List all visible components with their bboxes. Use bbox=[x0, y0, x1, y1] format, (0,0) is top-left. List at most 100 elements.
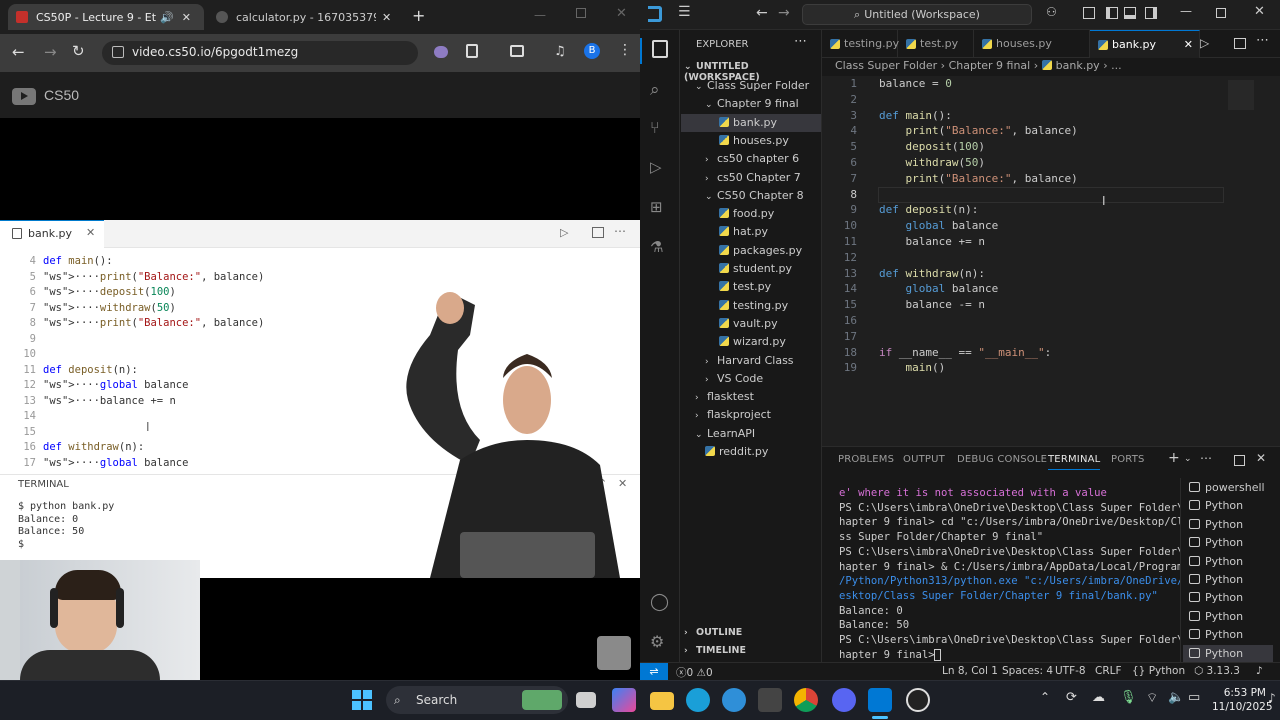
minimap[interactable] bbox=[1228, 80, 1254, 110]
tree-folder-item[interactable]: › cs50 Chapter 7 bbox=[681, 169, 821, 187]
terminal-session-item[interactable]: Python bbox=[1189, 626, 1243, 644]
extensions-icon[interactable]: ⊞ bbox=[650, 198, 670, 218]
command-center-search[interactable]: ⌕ Untitled (Workspace) bbox=[802, 4, 1032, 25]
back-arrow-icon[interactable]: ← bbox=[756, 5, 768, 21]
terminal-session-item[interactable]: Python bbox=[1189, 608, 1243, 626]
vscode-taskbar-icon[interactable] bbox=[868, 688, 892, 712]
address-bar[interactable]: video.cs50.io/6pgodt1mezg bbox=[102, 41, 418, 65]
more-actions-icon[interactable]: ⋯ bbox=[1200, 451, 1212, 465]
browser-tab-calculator[interactable]: calculator.py - 167035379 [Code ✕ bbox=[208, 4, 404, 30]
browser-tab-cs50p[interactable]: CS50P - Lecture 9 - Et Cetera 🔊 ✕ bbox=[8, 4, 204, 30]
site-settings-icon[interactable] bbox=[112, 46, 124, 58]
terminal-session-item[interactable]: Python bbox=[1189, 497, 1243, 515]
onedrive-cloud-icon[interactable]: ☁ bbox=[1092, 690, 1105, 705]
more-actions-icon[interactable]: ⋯ bbox=[1256, 33, 1269, 48]
new-tab-icon[interactable]: + bbox=[412, 6, 425, 25]
tree-folder-item[interactable]: ⌄ Chapter 9 final bbox=[681, 95, 821, 113]
terminal-session-item[interactable]: Python bbox=[1189, 553, 1243, 571]
search-icon[interactable]: ⌕ bbox=[650, 80, 670, 100]
tree-file-item[interactable]: wizard.py bbox=[681, 333, 821, 351]
explorer-files-icon[interactable] bbox=[652, 40, 668, 58]
line-ending[interactable]: CRLF bbox=[1095, 665, 1122, 677]
notification-bell-icon[interactable]: ♪ bbox=[1268, 691, 1276, 705]
copilot-icon[interactable]: ⚇ bbox=[1046, 5, 1057, 19]
maximize-icon[interactable] bbox=[1216, 8, 1226, 18]
indentation[interactable]: Spaces: 4 bbox=[1002, 665, 1053, 677]
tree-file-item[interactable]: food.py bbox=[681, 205, 821, 223]
run-debug-icon[interactable]: ▷ bbox=[650, 158, 670, 178]
tree-folder-item[interactable]: › VS Code bbox=[681, 370, 821, 388]
battery-icon[interactable]: ▭ bbox=[1188, 690, 1200, 705]
python-version[interactable]: ⬡ 3.13.3 bbox=[1194, 665, 1240, 677]
panel-tab[interactable]: PROBLEMS bbox=[838, 454, 894, 465]
extension-icon[interactable] bbox=[434, 46, 448, 58]
remote-indicator-icon[interactable]: ⇌ bbox=[640, 663, 668, 681]
minimize-icon[interactable]: — bbox=[534, 8, 546, 22]
tree-file-item[interactable]: hat.py bbox=[681, 223, 821, 241]
discord-icon[interactable] bbox=[832, 688, 856, 712]
windows-start-icon[interactable] bbox=[352, 690, 372, 710]
panel-tab[interactable]: PORTS bbox=[1111, 454, 1145, 465]
copilot-app-icon[interactable] bbox=[612, 688, 636, 712]
encoding[interactable]: UTF-8 bbox=[1055, 665, 1086, 677]
close-tab-icon[interactable]: ✕ bbox=[182, 11, 191, 24]
account-icon[interactable]: ◯ bbox=[650, 592, 670, 612]
manage-gear-icon[interactable]: ⚙ bbox=[650, 632, 670, 652]
breadcrumb-item[interactable]: ... bbox=[1111, 59, 1122, 72]
close-icon[interactable]: ✕ bbox=[1184, 31, 1193, 59]
tree-file-item[interactable]: packages.py bbox=[681, 242, 821, 260]
split-editor-icon[interactable] bbox=[1234, 38, 1246, 49]
breadcrumb-item[interactable]: bank.py bbox=[1056, 59, 1100, 72]
toggle-panel-icon[interactable] bbox=[1124, 7, 1136, 19]
reload-icon[interactable]: ↻ bbox=[72, 42, 85, 60]
panel-tab[interactable]: OUTPUT bbox=[903, 454, 945, 465]
close-panel-icon[interactable]: ✕ bbox=[1256, 451, 1266, 465]
source-control-icon[interactable]: ⑂ bbox=[650, 118, 670, 138]
tree-file-item[interactable]: student.py bbox=[681, 260, 821, 278]
tree-file-item[interactable]: test.py bbox=[681, 278, 821, 296]
panel-tab[interactable]: DEBUG CONSOLE bbox=[957, 454, 1047, 465]
edge-dev-icon[interactable] bbox=[722, 688, 746, 712]
profile-avatar[interactable]: B bbox=[584, 43, 600, 59]
forward-arrow-icon[interactable]: → bbox=[778, 5, 790, 21]
puzzle-extensions-icon[interactable] bbox=[466, 44, 478, 58]
cursor-position[interactable]: Ln 8, Col 1 bbox=[942, 665, 998, 677]
close-window-icon[interactable]: ✕ bbox=[1254, 4, 1265, 19]
volume-icon[interactable]: 🔈 bbox=[1168, 690, 1184, 705]
tree-file-item[interactable]: reddit.py bbox=[681, 443, 821, 461]
terminal-session-item[interactable]: Python bbox=[1183, 644, 1273, 663]
run-python-icon[interactable]: ▷ bbox=[1200, 36, 1209, 50]
testing-flask-icon[interactable]: ⚗ bbox=[650, 238, 670, 258]
terminal-session-item[interactable]: Python bbox=[1189, 589, 1243, 607]
tree-file-item[interactable]: houses.py bbox=[681, 132, 821, 150]
language-mode[interactable]: {} Python bbox=[1132, 665, 1185, 677]
editor-tab[interactable]: bank.py ✕ bbox=[1090, 30, 1200, 58]
chevron-down-icon[interactable]: ⌄ bbox=[1184, 454, 1192, 464]
terminal-session-item[interactable]: Python bbox=[1189, 571, 1243, 589]
tree-folder-item[interactable]: › flasktest bbox=[681, 388, 821, 406]
tree-folder-item[interactable]: › cs50 chapter 6 bbox=[681, 150, 821, 168]
timeline-section[interactable]: › TIMELINE bbox=[684, 645, 746, 656]
audio-icon[interactable]: 🔊 bbox=[160, 11, 174, 24]
maximize-panel-icon[interactable] bbox=[1234, 455, 1245, 466]
cast-icon[interactable] bbox=[510, 45, 524, 57]
forward-arrow-icon[interactable]: → bbox=[44, 43, 57, 61]
clock[interactable]: 6:53 PM 11/10/2025 bbox=[1212, 686, 1273, 714]
terminal-session-item[interactable]: powershell bbox=[1189, 479, 1265, 497]
tree-folder-item[interactable]: ⌄ LearnAPI bbox=[681, 425, 821, 443]
maximize-icon[interactable] bbox=[576, 8, 586, 18]
notifications-bell-icon[interactable]: ♪ bbox=[1256, 665, 1263, 677]
minimize-icon[interactable]: — bbox=[1180, 4, 1192, 18]
more-actions-icon[interactable]: ⋯ bbox=[794, 34, 807, 49]
layout-icon[interactable] bbox=[1083, 7, 1095, 19]
tree-file-item[interactable]: bank.py bbox=[681, 113, 821, 132]
editor-tab[interactable]: test.py bbox=[898, 30, 974, 58]
breadcrumb-item[interactable]: Class Super Folder bbox=[835, 59, 937, 72]
wifi-icon[interactable]: ⌔ bbox=[1146, 690, 1158, 706]
close-tab-icon[interactable]: ✕ bbox=[382, 11, 391, 24]
toggle-secondary-sidebar-icon[interactable] bbox=[1145, 7, 1157, 19]
toggle-sidebar-icon[interactable] bbox=[1106, 7, 1118, 19]
sync-icon[interactable]: ⟳ bbox=[1066, 690, 1077, 705]
tree-file-item[interactable]: testing.py bbox=[681, 297, 821, 315]
tree-folder-item[interactable]: › Harvard Class bbox=[681, 352, 821, 370]
